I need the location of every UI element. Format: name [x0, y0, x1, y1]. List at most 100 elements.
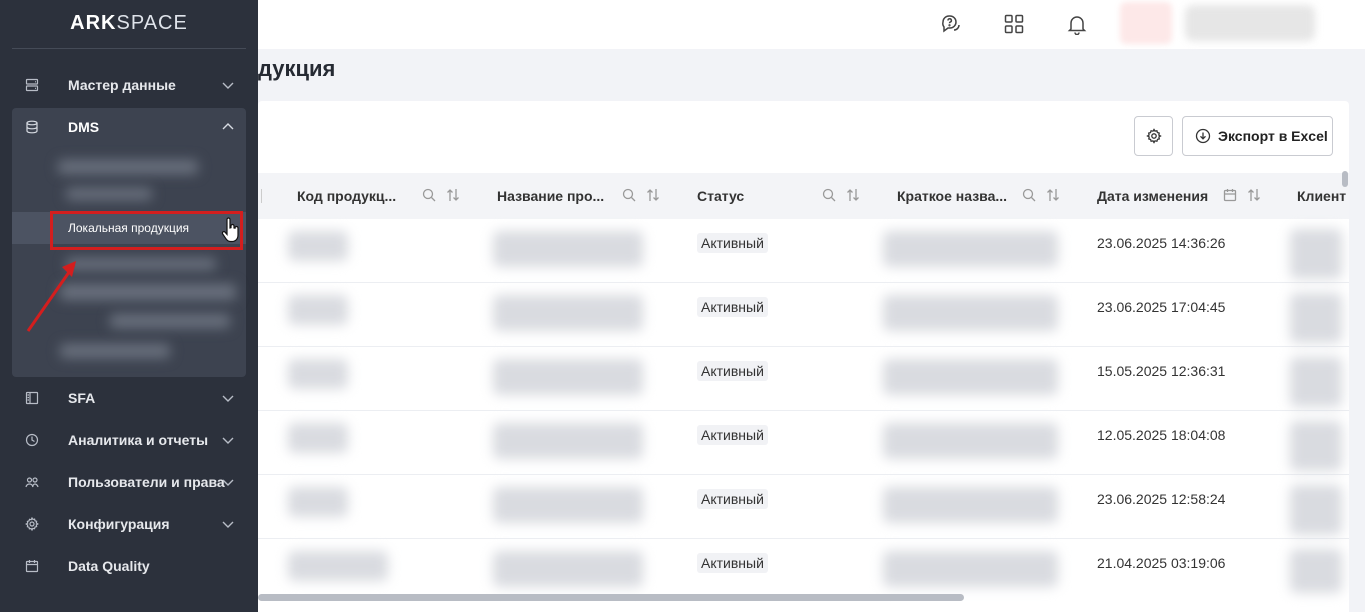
database-icon [24, 119, 40, 135]
redacted-client [1290, 357, 1342, 407]
sidebar: ARKSPACE Мастер данные DMS Локальная про… [0, 0, 258, 612]
table-row[interactable]: Активный 12.05.2025 18:04:08 [258, 411, 1349, 475]
redacted-submenu-item[interactable] [60, 344, 170, 358]
sidebar-item-data-quality[interactable]: Data Quality [0, 548, 258, 584]
chevron-down-icon [221, 78, 235, 92]
sort-icon[interactable] [446, 188, 460, 202]
user-name[interactable] [1185, 5, 1315, 41]
sort-icon[interactable] [1247, 188, 1261, 202]
table-row[interactable]: Активный 23.06.2025 12:58:24 [258, 475, 1349, 539]
redacted-code [288, 231, 348, 261]
red-arrow-annotation [26, 261, 76, 332]
download-icon [1195, 128, 1211, 144]
vertical-scrollbar[interactable] [1342, 171, 1348, 187]
redacted-code [288, 423, 348, 453]
redacted-short-name [883, 295, 1058, 331]
chevron-down-icon [221, 391, 235, 405]
redacted-submenu-item[interactable] [60, 284, 236, 300]
export-label: Экспорт в Excel [1218, 128, 1328, 144]
status-badge: Активный [697, 553, 768, 573]
clock-icon [24, 432, 40, 448]
redacted-submenu-item[interactable] [66, 188, 152, 200]
redacted-submenu-item[interactable] [58, 160, 198, 174]
sidebar-item-dms[interactable]: DMS [0, 109, 258, 145]
table-row[interactable]: Активный 15.05.2025 12:36:31 [258, 347, 1349, 411]
column-header-name[interactable]: Название про... [497, 173, 604, 219]
search-icon[interactable] [822, 188, 836, 202]
status-badge: Активный [697, 233, 768, 253]
redacted-name [493, 295, 643, 331]
users-icon [24, 474, 40, 490]
page-title: дукция [258, 56, 336, 81]
search-icon[interactable] [422, 188, 436, 202]
sidebar-item-configuration[interactable]: Конфигурация [0, 506, 258, 542]
sort-icon[interactable] [646, 188, 660, 202]
redacted-short-name [883, 359, 1058, 395]
table-settings-button[interactable] [1134, 116, 1173, 156]
sidebar-item-label: Data Quality [68, 558, 150, 574]
sidebar-item-label: Аналитика и отчеты [68, 432, 209, 448]
search-icon[interactable] [622, 188, 636, 202]
sort-icon[interactable] [1046, 188, 1060, 202]
redacted-short-name [883, 551, 1058, 587]
date-cell: 12.05.2025 18:04:08 [1097, 427, 1226, 443]
calendar-icon[interactable] [1223, 188, 1237, 202]
redacted-code [288, 487, 348, 517]
date-cell: 21.04.2025 03:19:06 [1097, 555, 1226, 571]
redacted-code [288, 551, 388, 581]
server-icon [24, 77, 40, 93]
redacted-name [493, 423, 643, 459]
chevron-down-icon [221, 433, 235, 447]
support-chat-icon[interactable] [939, 12, 963, 36]
redacted-short-name [883, 231, 1058, 267]
table-row[interactable]: Активный 23.06.2025 14:36:26 [258, 219, 1349, 283]
redacted-name [493, 551, 643, 587]
status-badge: Активный [697, 361, 768, 381]
gear-icon [1145, 128, 1162, 144]
chevron-down-icon [221, 517, 235, 531]
redacted-client [1290, 485, 1342, 535]
bell-icon[interactable] [1065, 12, 1089, 36]
redacted-client [1290, 549, 1342, 593]
redacted-client [1290, 293, 1342, 343]
column-header-client[interactable]: Клиент [1297, 173, 1346, 219]
column-header-code[interactable]: Код продукц... [297, 173, 396, 219]
sidebar-item-users[interactable]: Пользователи и права [0, 464, 258, 500]
column-header-date[interactable]: Дата изменения [1097, 173, 1208, 219]
sidebar-item-sfa[interactable]: SFA [0, 380, 258, 416]
status-badge: Активный [697, 425, 768, 445]
sidebar-item-label: Мастер данные [68, 77, 176, 93]
hand-cursor-icon [221, 217, 239, 243]
sidebar-item-master-data[interactable]: Мастер данные [0, 67, 258, 103]
sidebar-item-label: SFA [68, 390, 96, 406]
chevron-up-icon [221, 120, 235, 134]
content-card: Экспорт в Excel Код продукц... Название … [258, 101, 1349, 612]
user-avatar[interactable] [1120, 2, 1172, 44]
sidebar-item-label: DMS [68, 119, 100, 135]
date-cell: 15.05.2025 12:36:31 [1097, 363, 1226, 379]
redacted-short-name [883, 487, 1058, 523]
redacted-submenu-item[interactable] [110, 314, 230, 328]
sort-icon[interactable] [846, 188, 860, 202]
logo[interactable]: ARKSPACE [0, 12, 258, 35]
divider [12, 48, 246, 49]
redacted-name [493, 487, 643, 523]
redacted-code [288, 295, 348, 325]
redacted-client [1290, 229, 1342, 279]
logo-ark: ARK [70, 12, 117, 34]
calendar-icon [24, 558, 40, 574]
column-divider [258, 189, 262, 203]
horizontal-scrollbar[interactable] [258, 594, 964, 601]
table-row[interactable]: Активный 23.06.2025 17:04:45 [258, 283, 1349, 347]
search-icon[interactable] [1022, 188, 1036, 202]
column-header-status[interactable]: Статус [697, 173, 744, 219]
chevron-down-icon [221, 475, 235, 489]
sidebar-item-label: Пользователи и права [68, 474, 225, 490]
export-excel-button[interactable]: Экспорт в Excel [1182, 116, 1333, 156]
sidebar-item-analytics[interactable]: Аналитика и отчеты [0, 422, 258, 458]
redacted-submenu-item[interactable] [66, 258, 216, 270]
redacted-name [493, 359, 643, 395]
apps-grid-icon[interactable] [1002, 12, 1026, 36]
redacted-client [1290, 421, 1342, 471]
column-header-short-name[interactable]: Краткое назва... [897, 173, 1007, 219]
